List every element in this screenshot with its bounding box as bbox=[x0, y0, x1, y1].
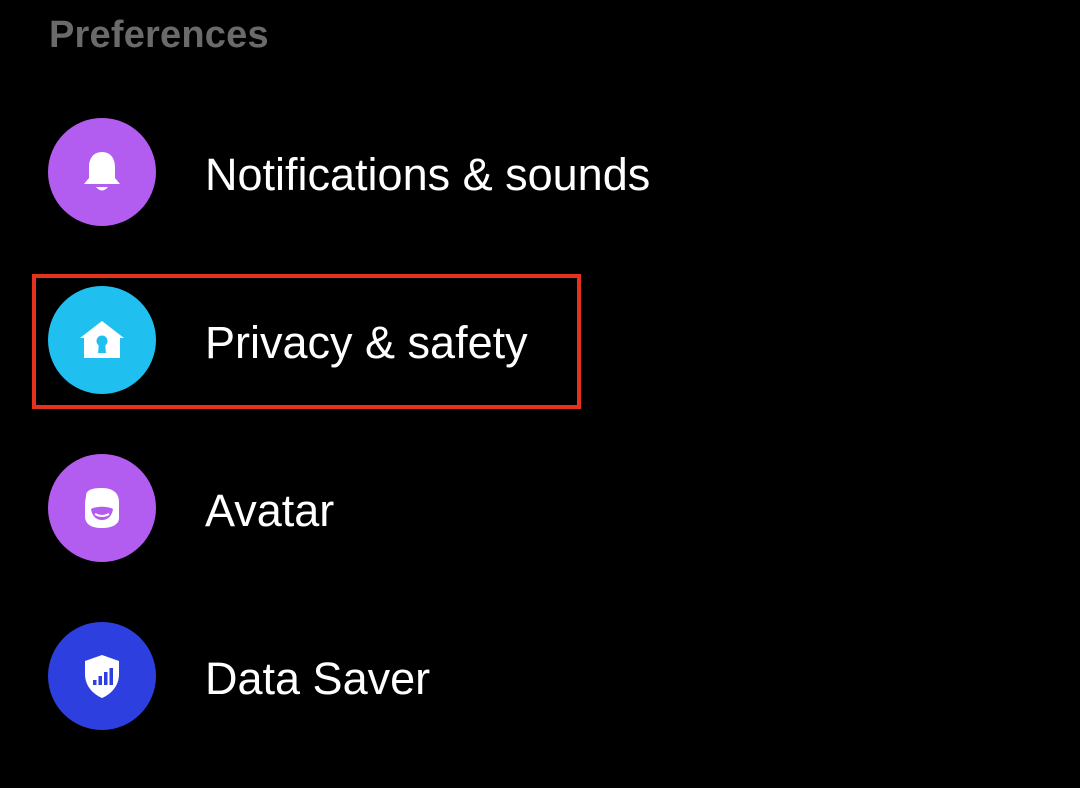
settings-item-notifications[interactable]: Notifications & sounds bbox=[0, 90, 1080, 258]
avatar-icon-circle bbox=[48, 454, 156, 562]
bell-icon bbox=[84, 152, 120, 191]
shield-signal-icon bbox=[85, 655, 119, 698]
privacy-label: Privacy & safety bbox=[205, 317, 528, 368]
privacy-icon-circle bbox=[48, 286, 156, 394]
data-saver-icon-circle bbox=[48, 622, 156, 730]
data-saver-label: Data Saver bbox=[205, 653, 431, 704]
settings-item-data-saver[interactable]: Data Saver bbox=[0, 594, 1080, 762]
settings-item-privacy-safety[interactable]: Privacy & safety bbox=[0, 258, 1080, 426]
notifications-icon-circle bbox=[48, 118, 156, 226]
avatar-face-icon bbox=[85, 488, 119, 528]
house-lock-icon bbox=[80, 321, 124, 358]
settings-item-avatar[interactable]: Avatar bbox=[0, 426, 1080, 594]
avatar-label: Avatar bbox=[205, 485, 335, 536]
notifications-label: Notifications & sounds bbox=[205, 149, 651, 200]
section-header-preferences: Preferences bbox=[49, 14, 269, 56]
